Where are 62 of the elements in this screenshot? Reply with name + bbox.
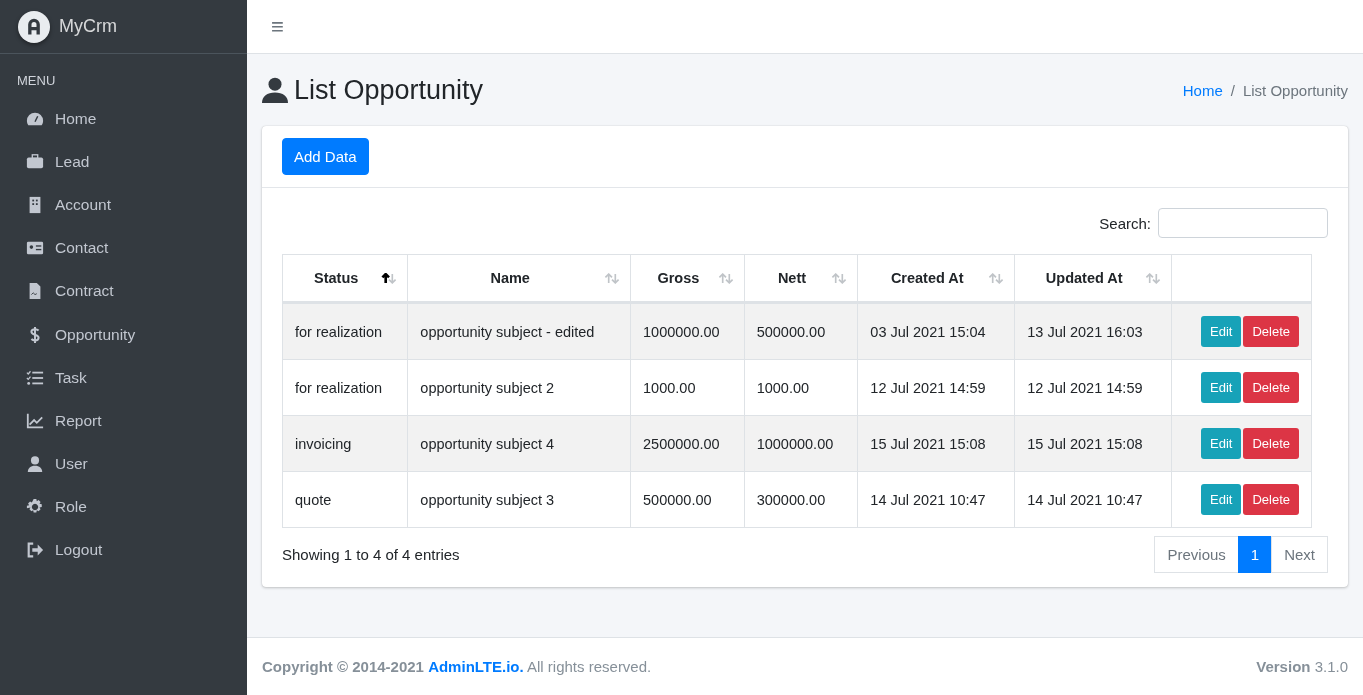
logo-icon [18,10,50,43]
sidebar-item[interactable]: Logout [0,528,128,573]
sidebar-item[interactable]: Role [0,485,112,529]
pagination-button[interactable]: Previous [1154,536,1239,573]
table-cell: 1000.00 [744,359,858,416]
table-cell: 15 Jul 2021 15:08 [1014,415,1172,472]
sidebar-item[interactable]: Report [0,399,127,443]
brand-name[interactable]: MyCrm [59,16,117,37]
table-cell: 14 Jul 2021 10:47 [857,471,1015,528]
menu-header: MENU [16,72,57,90]
table-cell: 13 Jul 2021 16:03 [1014,302,1172,360]
table-cell: 500000.00 [744,302,858,360]
table-cell: opportunity subject 2 [407,359,631,416]
entries-info: Showing 1 to 4 of 4 entries [282,546,460,563]
table-cell: 15 Jul 2021 15:08 [857,415,1015,472]
add-data-button[interactable]: Add Data [282,138,369,175]
table-cell: 500000.00 [630,471,745,528]
logout-icon [25,541,45,560]
copyright-text: Copyright © 2014-2021 AdminLTE.io. All rights reserved. [262,658,652,675]
sidebar-item[interactable]: Account [0,183,136,227]
delete-button[interactable]: Delete [1243,316,1299,347]
breadcrumb-separator: / [1230,81,1235,99]
sidebar-item[interactable]: Contract [0,269,139,313]
table-cell: opportunity subject 3 [407,471,631,528]
table-cell: 14 Jul 2021 10:47 [1014,471,1172,528]
delete-button[interactable]: Delete [1243,484,1299,515]
table-cell: 1000.00 [630,359,745,416]
table-cell: for realization [282,359,408,416]
search-label: Search: [1099,214,1151,232]
table-cell: 03 Jul 2021 15:04 [857,302,1015,360]
suitcase-icon [25,152,45,171]
table-cell: 1000000.00 [630,302,745,360]
table-cell: 2500000.00 [630,415,745,472]
line-chart-icon [25,411,45,430]
checklist-icon [25,368,45,387]
sidebar-item[interactable]: Contact [0,226,134,270]
pagination-button[interactable]: Next [1271,536,1328,573]
table-cell: 12 Jul 2021 14:59 [857,359,1015,416]
table-cell: 1000000.00 [744,415,858,472]
user-icon [262,76,288,104]
user-icon [25,455,45,474]
sidebar-item[interactable]: Lead [0,140,115,184]
delete-button[interactable]: Delete [1243,372,1299,403]
table-cell: for realization [282,302,408,360]
menu-toggle-button[interactable]: ≡ [267,13,288,40]
sidebar-item[interactable]: User [0,442,113,486]
breadcrumb-current: List Opportunity [1242,81,1348,99]
search-field[interactable] [1158,208,1328,238]
sidebar-item[interactable]: Opportunity [0,312,161,357]
adminlte-link[interactable]: AdminLTE.io. [428,658,524,675]
breadcrumb-link[interactable]: Home [1182,81,1223,99]
table-cell: invoicing [282,415,408,472]
sidebar-item[interactable]: Task [0,356,112,400]
table-cell: 12 Jul 2021 14:59 [1014,359,1172,416]
page-title: List Opportunity [294,74,484,106]
table-cell: opportunity subject - edited [407,302,631,360]
table-cell: quote [282,471,408,528]
version-text: Version 3.1.0 [1256,658,1348,675]
table-cell: 300000.00 [744,471,858,528]
table-cell: opportunity subject 4 [407,415,631,472]
delete-button[interactable]: Delete [1243,428,1299,459]
sidebar-item[interactable]: Home [0,97,122,141]
